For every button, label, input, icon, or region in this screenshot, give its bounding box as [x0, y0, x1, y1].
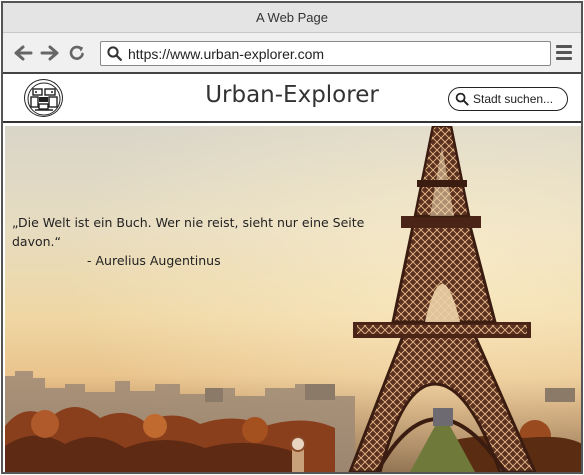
reload-icon — [69, 45, 84, 60]
browser-window: A Web Page https://www.urban-explorer.co… — [1, 1, 583, 474]
search-icon — [107, 46, 122, 61]
window-title: A Web Page — [255, 10, 329, 25]
address-bar[interactable]: https://www.urban-explorer.com — [100, 41, 551, 66]
browser-menu-button[interactable] — [556, 45, 572, 61]
eiffel-tower-scene — [5, 126, 581, 472]
hamburger-menu-icon — [556, 45, 572, 60]
reload-button[interactable] — [65, 41, 89, 65]
browser-toolbar: https://www.urban-explorer.com — [3, 33, 581, 74]
quote-text: „Die Welt ist ein Buch. Wer nie reist, s… — [12, 215, 365, 249]
back-button[interactable] — [11, 41, 35, 65]
hero-image: „Die Welt ist ein Buch. Wer nie reist, s… — [5, 126, 581, 472]
city-search-input[interactable]: Stadt suchen... — [448, 87, 568, 111]
window-titlebar: A Web Page — [3, 3, 581, 33]
forward-arrow-icon — [40, 45, 59, 60]
back-arrow-icon — [14, 45, 33, 60]
search-icon — [455, 92, 469, 106]
city-search-placeholder: Stadt suchen... — [473, 92, 554, 106]
site-header: Urban-Explorer Stadt suchen... — [3, 74, 581, 123]
address-url[interactable]: https://www.urban-explorer.com — [128, 46, 324, 62]
quote-author: - Aurelius Augentinus — [87, 253, 221, 268]
hero-quote: „Die Welt ist ein Buch. Wer nie reist, s… — [12, 213, 382, 270]
site-logo[interactable] — [24, 79, 63, 117]
forward-button[interactable] — [38, 41, 62, 65]
urban-explorer-logo — [27, 82, 61, 116]
